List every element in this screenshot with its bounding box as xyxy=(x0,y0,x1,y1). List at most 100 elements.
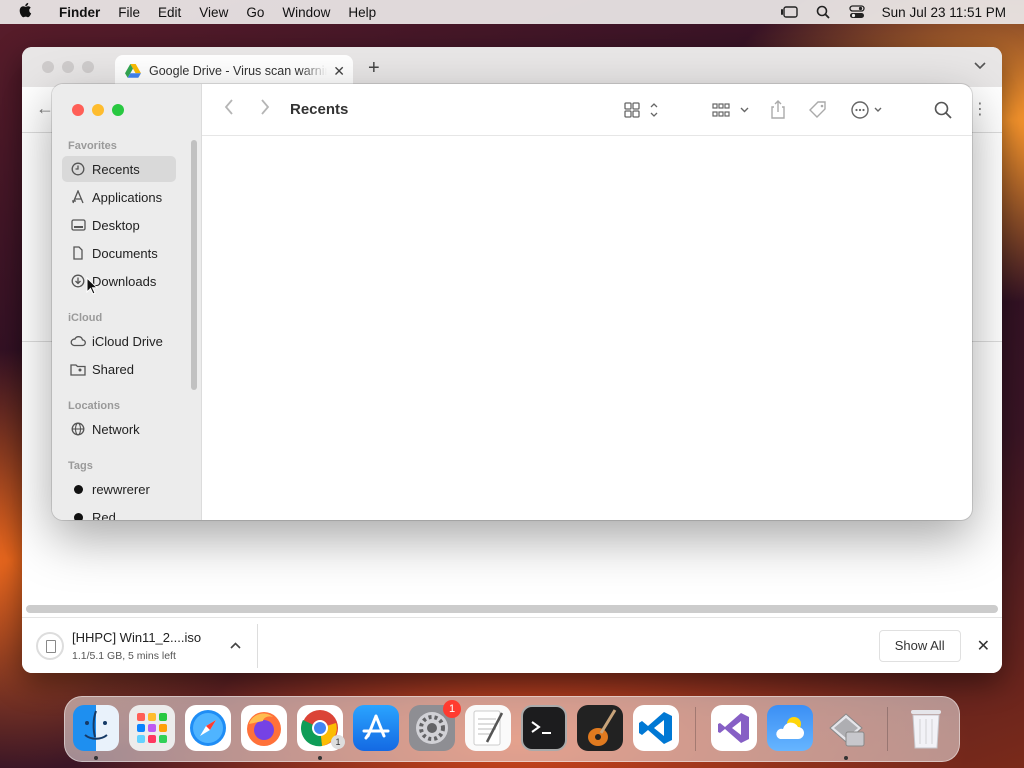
terminal-icon[interactable] xyxy=(521,705,567,751)
menu-edit[interactable]: Edit xyxy=(149,5,190,20)
browser-menu-icon[interactable]: ⋮ xyxy=(972,99,988,119)
browser-tab[interactable]: Google Drive - Virus scan warning ✕ xyxy=(115,55,353,87)
finder-icon[interactable] xyxy=(73,705,119,751)
download-status: 1.1/5.1 GB, 5 mins left xyxy=(72,649,176,662)
download-item[interactable]: [HHPC] Win11_2....iso 1.1/5.1 GB, 5 mins… xyxy=(22,623,258,668)
tag-color-dot xyxy=(70,509,86,520)
chrome-download-badge: 1 xyxy=(331,735,345,749)
control-center-icon[interactable] xyxy=(848,5,866,19)
sidebar-header-icloud: iCloud xyxy=(68,312,103,324)
browser-minimize-button[interactable] xyxy=(62,61,74,73)
file-download-icon xyxy=(36,631,64,660)
sidebar-item-tag-rewwrerer[interactable]: rewwrerer xyxy=(62,476,176,502)
sidebar-item-label: Red xyxy=(92,509,116,521)
vscode-icon[interactable] xyxy=(633,705,679,751)
group-by-icon[interactable] xyxy=(712,100,750,120)
sidebar-item-applications[interactable]: Applications xyxy=(62,184,176,210)
system-settings-icon[interactable]: 1 xyxy=(409,700,461,751)
finder-window-controls xyxy=(72,104,124,116)
migration-assistant-icon[interactable] xyxy=(823,705,869,751)
horizontal-scrollbar[interactable] xyxy=(26,605,998,613)
visual-studio-icon[interactable] xyxy=(711,705,757,751)
desktop-icon xyxy=(70,217,86,233)
close-download-shelf-icon[interactable]: ✕ xyxy=(977,636,990,656)
sidebar-item-icloud-drive[interactable]: iCloud Drive xyxy=(62,328,176,354)
sidebar-item-label: Shared xyxy=(92,361,134,377)
new-tab-button[interactable]: + xyxy=(368,57,380,80)
launchpad-icon[interactable] xyxy=(129,705,175,751)
cloud-icon xyxy=(70,333,86,349)
finder-close-button[interactable] xyxy=(72,104,84,116)
sidebar-item-tag-red[interactable]: Red xyxy=(62,504,176,520)
weather-icon[interactable] xyxy=(767,705,813,751)
menu-help[interactable]: Help xyxy=(339,5,385,20)
sidebar-item-downloads[interactable]: Downloads xyxy=(62,268,176,294)
menu-finder[interactable]: Finder xyxy=(50,5,109,20)
search-icon[interactable] xyxy=(934,100,952,120)
shared-folder-icon xyxy=(70,361,86,377)
menu-file[interactable]: File xyxy=(109,5,149,20)
sidebar-item-label: Documents xyxy=(92,245,158,261)
sidebar-scrollbar[interactable] xyxy=(191,140,197,390)
sidebar-header-locations: Locations xyxy=(68,400,120,412)
applications-icon xyxy=(70,189,86,205)
share-icon[interactable] xyxy=(770,100,786,120)
sidebar-item-documents[interactable]: Documents xyxy=(62,240,176,266)
sidebar-item-label: Network xyxy=(92,421,140,437)
running-indicator xyxy=(844,756,848,760)
safari-icon[interactable] xyxy=(185,705,231,751)
spotlight-search-icon[interactable] xyxy=(814,5,832,19)
sidebar-header-favorites: Favorites xyxy=(68,140,117,152)
mouse-pointer-icon xyxy=(86,276,99,300)
clock-icon xyxy=(70,161,86,177)
download-filename: [HHPC] Win11_2....iso xyxy=(72,629,202,645)
sidebar-item-desktop[interactable]: Desktop xyxy=(62,212,176,238)
chevron-up-icon[interactable] xyxy=(230,640,241,652)
google-drive-icon xyxy=(125,64,141,78)
running-indicator xyxy=(94,756,98,760)
tab-search-chevron-icon[interactable] xyxy=(974,59,986,73)
dock-separator xyxy=(887,707,888,751)
apple-menu-icon[interactable] xyxy=(0,2,50,22)
finder-zoom-button[interactable] xyxy=(112,104,124,116)
sidebar-item-label: Recents xyxy=(92,161,140,177)
close-tab-icon[interactable]: ✕ xyxy=(333,63,345,80)
settings-notification-badge: 1 xyxy=(443,700,461,718)
globe-icon xyxy=(70,421,86,437)
chrome-icon[interactable]: 1 xyxy=(297,705,345,751)
browser-tab-strip: Google Drive - Virus scan warning ✕ + xyxy=(22,47,1002,87)
finder-sidebar: Favorites Recents Applications Desktop D… xyxy=(52,84,202,520)
more-actions-icon[interactable] xyxy=(850,100,886,120)
finder-toolbar: Recents xyxy=(202,84,972,136)
stage-manager-icon[interactable] xyxy=(780,5,798,19)
forward-chevron-icon[interactable] xyxy=(260,98,270,121)
document-icon xyxy=(70,245,86,261)
textedit-icon[interactable] xyxy=(465,705,511,751)
browser-close-button[interactable] xyxy=(42,61,54,73)
sidebar-item-label: Applications xyxy=(92,189,163,205)
trash-icon[interactable] xyxy=(903,705,949,751)
menu-bar: Finder File Edit View Go Window Help Sun… xyxy=(0,0,1024,24)
sidebar-item-recents[interactable]: Recents xyxy=(62,156,176,182)
sidebar-item-label: rewwrerer xyxy=(92,481,150,497)
sidebar-item-label: Downloads xyxy=(92,273,157,289)
menu-window[interactable]: Window xyxy=(273,5,339,20)
app-store-icon[interactable] xyxy=(353,705,399,751)
sidebar-item-label: iCloud Drive xyxy=(92,333,163,349)
firefox-icon[interactable] xyxy=(241,705,287,751)
menu-clock[interactable]: Sun Jul 23 11:51 PM xyxy=(882,5,1006,20)
menu-view[interactable]: View xyxy=(190,5,237,20)
browser-tab-title: Google Drive - Virus scan warning xyxy=(149,64,328,78)
sidebar-header-tags: Tags xyxy=(68,460,93,472)
sidebar-item-shared[interactable]: Shared xyxy=(62,356,176,382)
garageband-icon[interactable] xyxy=(577,705,623,751)
sidebar-item-network[interactable]: Network xyxy=(62,416,176,442)
show-all-downloads-button[interactable]: Show All xyxy=(878,629,961,662)
browser-zoom-button[interactable] xyxy=(82,61,94,73)
back-chevron-icon[interactable] xyxy=(224,98,234,121)
menu-go[interactable]: Go xyxy=(237,5,273,20)
tag-color-dot xyxy=(70,481,86,497)
finder-minimize-button[interactable] xyxy=(92,104,104,116)
tag-icon[interactable] xyxy=(808,100,828,120)
view-mode-grid-icon[interactable] xyxy=(624,100,660,120)
